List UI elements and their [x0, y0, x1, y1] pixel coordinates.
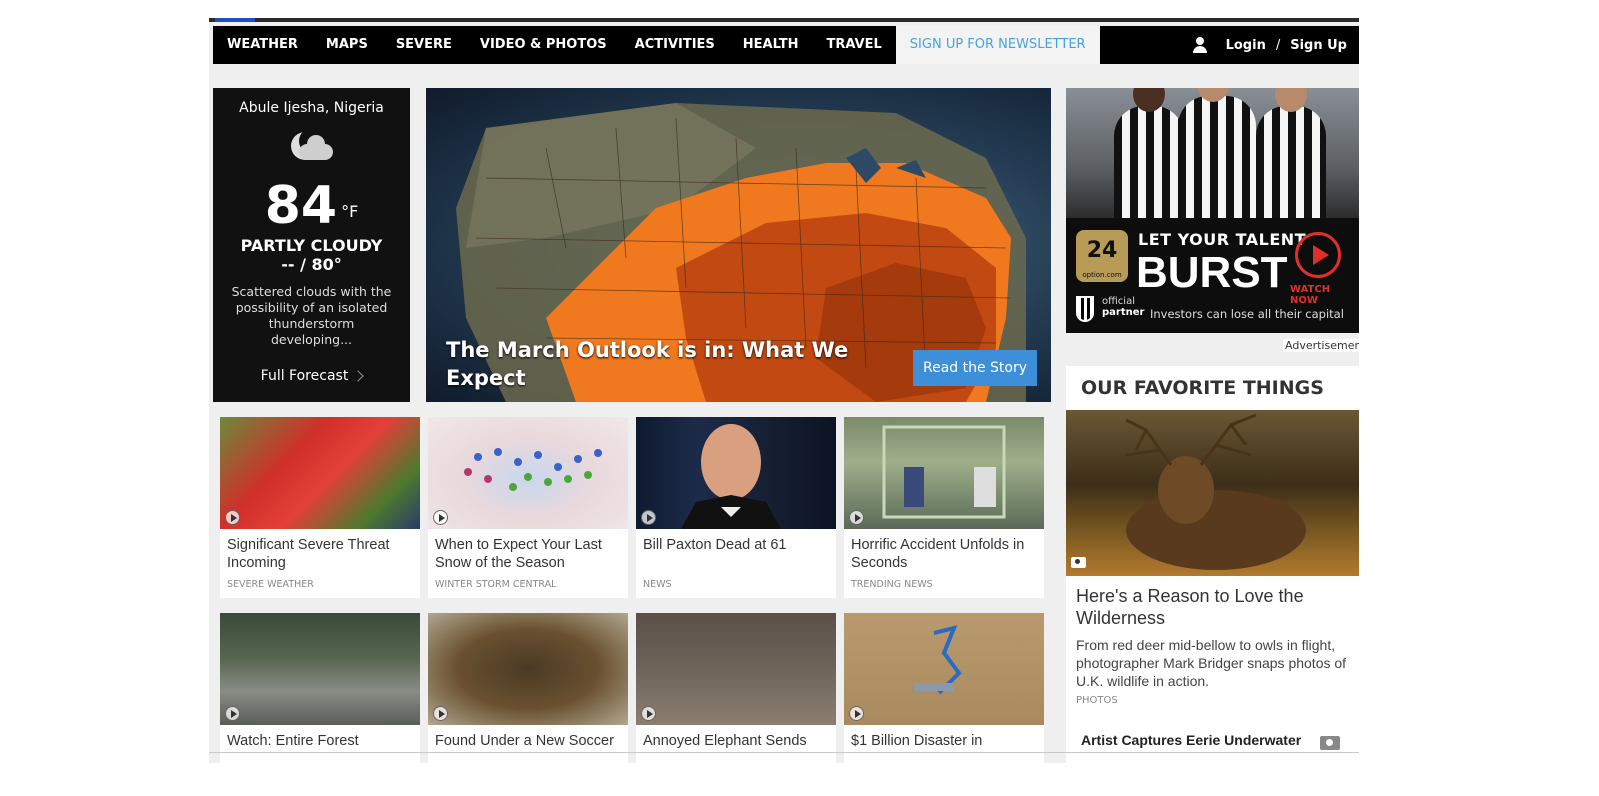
- ad-headline-1: LET YOUR TALENT: [1138, 230, 1307, 249]
- current-weather-card: Abule Ijesha, Nigeria 84 °F PARTLY CLOUDY…: [213, 88, 410, 402]
- favorite-story-category[interactable]: PHOTOS: [1076, 695, 1118, 706]
- ad-watch-now[interactable]: WATCH NOW: [1290, 284, 1359, 306]
- video-tile[interactable]: Annoyed Elephant Sends: [636, 613, 836, 763]
- tile-title[interactable]: When to Expect Your Last Snow of the Sea…: [428, 529, 628, 577]
- partly-cloudy-night-icon: [285, 128, 339, 172]
- club-crest-icon: [1076, 296, 1094, 322]
- bottom-divider: [209, 752, 1359, 753]
- ad-logo: 24 option.com: [1076, 230, 1128, 282]
- page-frame: WEATHER MAPS SEVERE VIDEO & PHOTOS ACTIV…: [209, 18, 1359, 763]
- ad-headline-2: BURST: [1136, 248, 1288, 297]
- main-nav: WEATHER MAPS SEVERE VIDEO & PHOTOS ACTIV…: [213, 26, 1359, 64]
- top-strip: [209, 18, 1359, 22]
- ad-photo: [1066, 88, 1359, 218]
- video-tile[interactable]: When to Expect Your Last Snow of the Sea…: [428, 417, 628, 598]
- video-thumbnail[interactable]: [844, 417, 1044, 529]
- camera-icon: [1071, 557, 1086, 568]
- full-forecast-link[interactable]: Full Forecast: [213, 368, 410, 384]
- tile-title[interactable]: Horrific Accident Unfolds in Seconds: [844, 529, 1044, 577]
- video-thumbnail[interactable]: [636, 613, 836, 725]
- play-icon[interactable]: [225, 706, 240, 721]
- play-icon[interactable]: [433, 706, 448, 721]
- play-icon[interactable]: [433, 510, 448, 525]
- tile-title[interactable]: $1 Billion Disaster in: [844, 725, 1044, 763]
- video-thumbnail[interactable]: [428, 613, 628, 725]
- brand-badge: [215, 18, 255, 22]
- tile-title[interactable]: Annoyed Elephant Sends: [636, 725, 836, 763]
- favorite-story-summary: From red deer mid-bellow to owls in flig…: [1076, 637, 1347, 689]
- video-thumbnail[interactable]: [220, 417, 420, 529]
- weather-location[interactable]: Abule Ijesha, Nigeria: [213, 100, 410, 116]
- tile-category[interactable]: NEWS: [636, 577, 836, 598]
- nav-health[interactable]: HEALTH: [729, 26, 813, 64]
- login-separator: /: [1275, 37, 1281, 53]
- login-link[interactable]: Login: [1226, 38, 1266, 53]
- play-icon[interactable]: [849, 510, 864, 525]
- user-icon: [1192, 37, 1208, 53]
- current-temperature: 84 °F: [264, 176, 359, 236]
- favorite-things-panel: OUR FAVORITE THINGS Here's a Reason to L…: [1066, 366, 1359, 763]
- deer-photo[interactable]: [1066, 410, 1359, 576]
- tile-category[interactable]: WINTER STORM CENTRAL: [428, 577, 628, 598]
- high-low-temperature: -- / 80°: [281, 255, 342, 274]
- video-thumbnail[interactable]: [636, 417, 836, 529]
- video-tile[interactable]: $1 Billion Disaster in: [844, 613, 1044, 763]
- read-story-button[interactable]: Read the Story: [913, 350, 1037, 386]
- nav-travel[interactable]: TRAVEL: [813, 26, 896, 64]
- temperature-unit: °F: [341, 202, 359, 221]
- play-icon[interactable]: [1295, 232, 1341, 278]
- signup-link[interactable]: Sign Up: [1290, 38, 1347, 53]
- play-icon[interactable]: [641, 510, 656, 525]
- hero-story[interactable]: The March Outlook is in: What We Expect …: [426, 88, 1051, 402]
- weather-condition: PARTLY CLOUDY: [240, 236, 383, 255]
- favorite-story-title[interactable]: Here's a Reason to Love the Wilderness: [1076, 585, 1351, 629]
- video-thumbnail[interactable]: [844, 613, 1044, 725]
- nav-video-photos[interactable]: VIDEO & PHOTOS: [466, 26, 621, 64]
- ad-disclaimer: Investors can lose all their capital: [1150, 307, 1344, 321]
- advertisement-label: Advertisement: [1283, 339, 1359, 352]
- video-thumbnail[interactable]: [220, 613, 420, 725]
- video-thumbnail[interactable]: [428, 417, 628, 529]
- favorite-things-heading: OUR FAVORITE THINGS: [1081, 377, 1324, 399]
- nav-severe[interactable]: SEVERE: [382, 26, 466, 64]
- tile-title[interactable]: Watch: Entire Forest: [220, 725, 420, 763]
- video-tile[interactable]: Bill Paxton Dead at 61 NEWS: [636, 417, 836, 598]
- play-icon[interactable]: [641, 706, 656, 721]
- video-tile[interactable]: Found Under a New Soccer: [428, 613, 628, 763]
- tile-title[interactable]: Bill Paxton Dead at 61: [636, 529, 836, 577]
- nav-maps[interactable]: MAPS: [312, 26, 382, 64]
- hero-caption[interactable]: The March Outlook is in: What We Expect: [446, 336, 866, 392]
- nav-weather[interactable]: WEATHER: [213, 26, 312, 64]
- account-links: Login / Sign Up: [1192, 37, 1359, 53]
- tile-title[interactable]: Found Under a New Soccer: [428, 725, 628, 763]
- tile-category[interactable]: TRENDING NEWS: [844, 577, 1044, 598]
- video-tile[interactable]: Watch: Entire Forest: [220, 613, 420, 763]
- tile-title[interactable]: Significant Severe Threat Incoming: [220, 529, 420, 577]
- video-tile[interactable]: Significant Severe Threat Incoming SEVER…: [220, 417, 420, 598]
- advertisement-banner[interactable]: 24 option.com LET YOUR TALENT BURST WATCH…: [1066, 88, 1359, 333]
- ad-partner-label: official partner: [1102, 296, 1145, 318]
- newsletter-signup-link[interactable]: SIGN UP FOR NEWSLETTER: [895, 26, 1100, 64]
- play-icon[interactable]: [225, 510, 240, 525]
- chevron-right-icon: [352, 370, 364, 382]
- weather-description: Scattered clouds with the possibility of…: [231, 284, 392, 347]
- next-favorite-title[interactable]: Artist Captures Eerie Underwater: [1081, 732, 1301, 748]
- camera-icon: [1320, 736, 1340, 750]
- tile-category[interactable]: SEVERE WEATHER: [220, 577, 420, 598]
- play-icon[interactable]: [849, 706, 864, 721]
- nav-activities[interactable]: ACTIVITIES: [621, 26, 729, 64]
- video-tile[interactable]: Horrific Accident Unfolds in Seconds TRE…: [844, 417, 1044, 598]
